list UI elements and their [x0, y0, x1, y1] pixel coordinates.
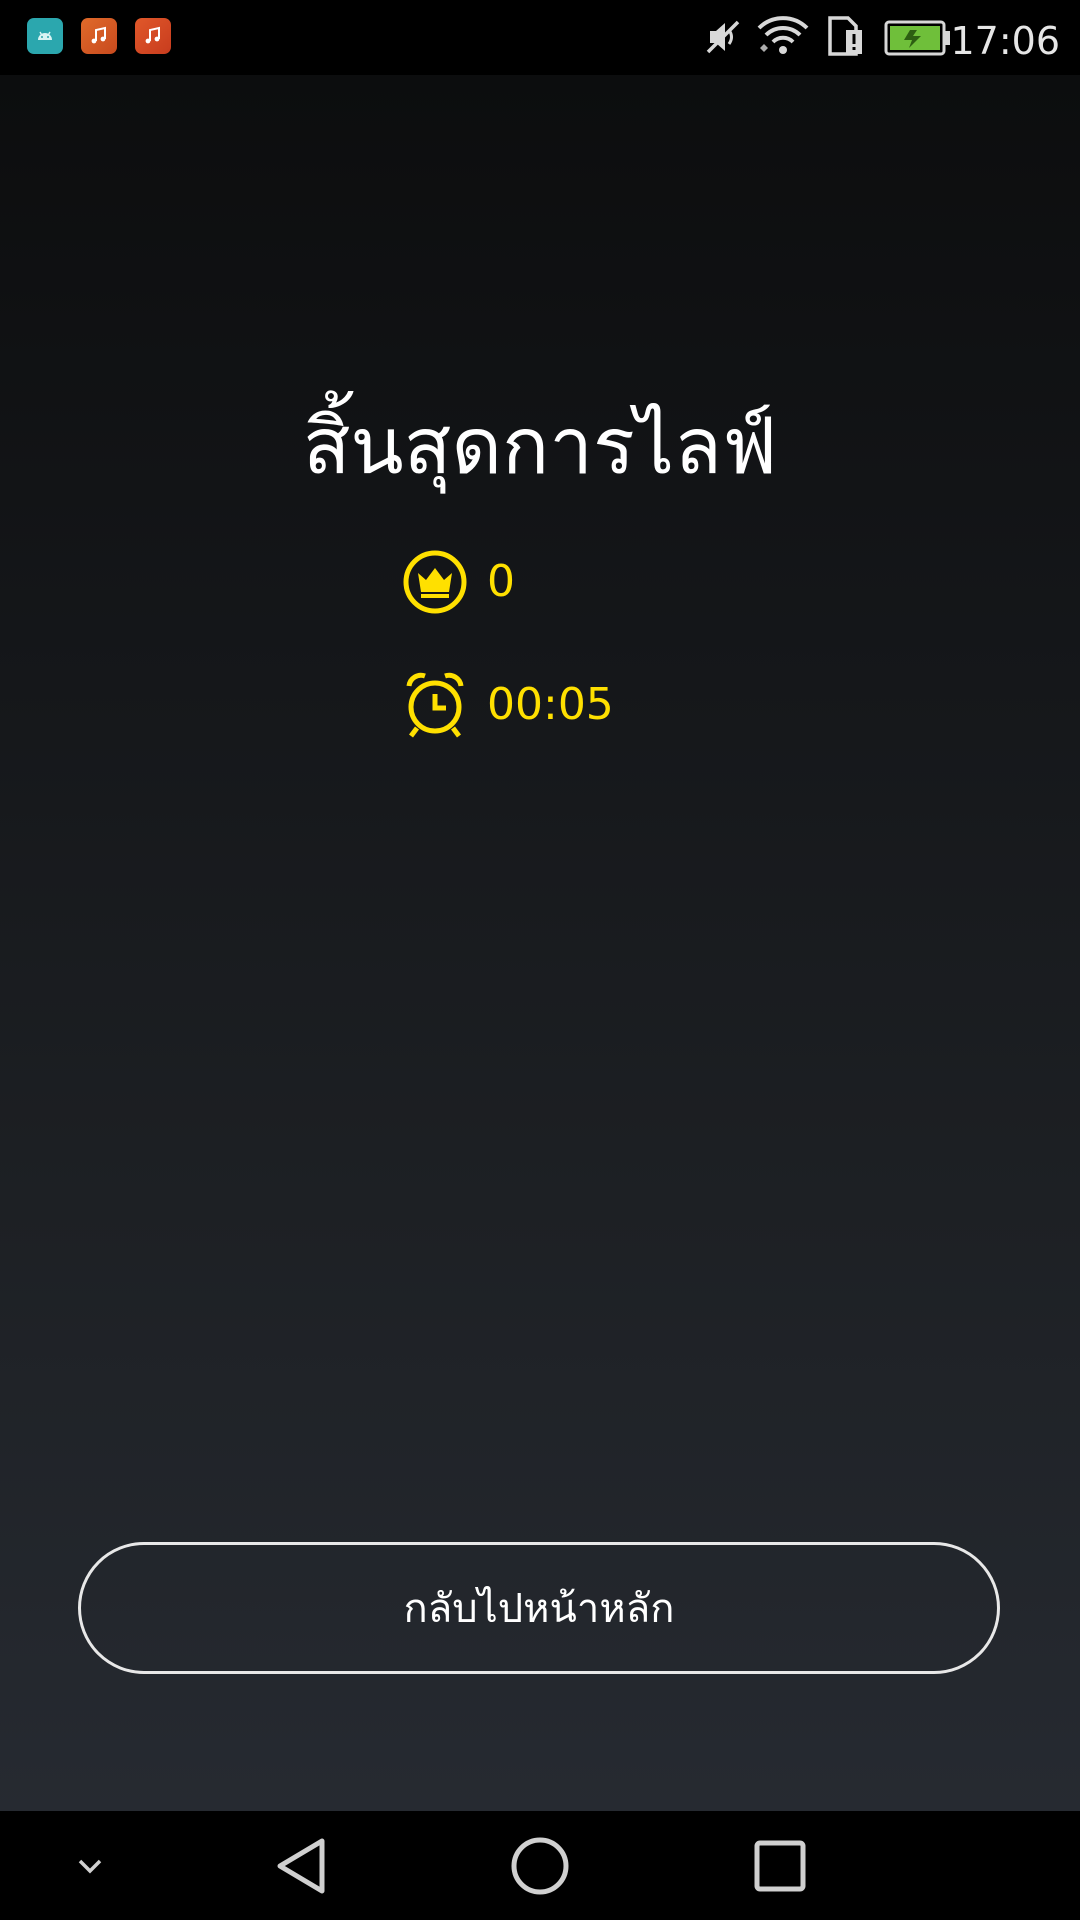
mute-icon: [706, 20, 740, 54]
status-time: 17:06: [950, 19, 1060, 63]
crown-icon: [400, 547, 470, 617]
sim-alert-icon: [828, 16, 862, 56]
music-app-icon: [135, 18, 171, 54]
status-bar: 17:06: [0, 0, 1080, 75]
back-icon[interactable]: [250, 1811, 350, 1920]
alarm-clock-icon: [400, 670, 470, 740]
wifi-icon: [757, 16, 809, 54]
battery-charging-icon: [884, 20, 950, 56]
score-row: 0: [400, 546, 515, 618]
page-title: สิ้นสุดการไลฟ์: [302, 402, 778, 492]
hide-keyboard-icon[interactable]: [60, 1811, 120, 1920]
android-icon: [27, 18, 63, 54]
home-icon[interactable]: [490, 1811, 590, 1920]
navigation-bar: [0, 1811, 1080, 1920]
music-app-icon: [81, 18, 117, 54]
score-value: 0: [487, 556, 515, 607]
back-to-home-button[interactable]: กลับไปหน้าหลัก: [78, 1542, 1000, 1674]
recents-icon[interactable]: [730, 1811, 830, 1920]
duration-row: 00:05: [400, 669, 614, 741]
live-ended-screen: สิ้นสุดการไลฟ์ 0 00:05 กลับไปหน้าหลัก: [0, 75, 1080, 1811]
duration-value: 00:05: [487, 679, 614, 730]
